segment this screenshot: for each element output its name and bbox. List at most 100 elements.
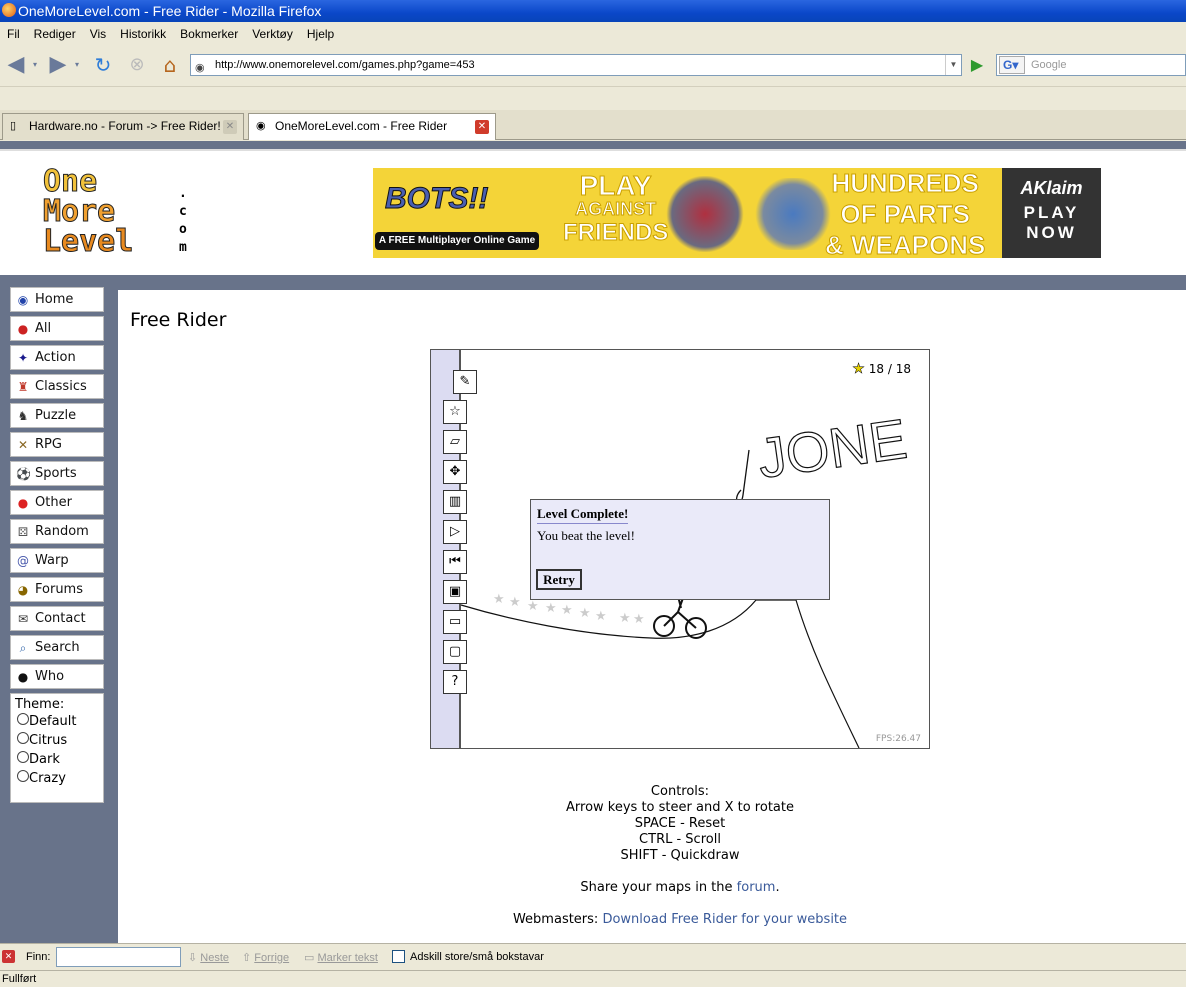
search-input[interactable]: G▾ Google <box>996 54 1186 76</box>
banner-hundreds-line: HUNDREDS <box>831 168 979 199</box>
envelope-icon: ✉ <box>17 612 29 626</box>
forward-history-dropdown-icon[interactable]: ▾ <box>72 52 82 78</box>
banner-cta-line: PLAY <box>1023 203 1080 222</box>
sidebar-item-who[interactable]: ● Who <box>10 664 104 689</box>
menu-historikk[interactable]: Historikk <box>113 22 173 46</box>
theme-option-citrus[interactable]: Citrus <box>15 731 103 750</box>
sidebar-nav: ◉ Home ● All ✦ Action ♜ Classics ♞ Puzzle ✕ RPG ⚽ Spo… <box>6 287 104 803</box>
window-title: OneMoreLevel.com - Free Rider - Mozilla … <box>18 3 322 19</box>
firefox-icon <box>2 3 16 17</box>
banner-brand-sub: A FREE Multiplayer Online Game <box>375 232 539 250</box>
banner-brand: BOTS!! <box>384 182 489 216</box>
share-suffix: . <box>775 880 780 895</box>
page-icon: ▯ <box>10 120 17 132</box>
find-previous-button[interactable]: ⇧ Forrige <box>242 951 289 964</box>
find-next-button[interactable]: ⇩ Neste <box>188 951 229 964</box>
theme-radio[interactable] <box>17 732 29 744</box>
banner-play-line: FRIENDS <box>562 219 669 247</box>
sidebar-item-label: Action <box>35 350 76 365</box>
sidebar-item-forums[interactable]: ◕ Forums <box>10 577 104 602</box>
tab-onemorelevel[interactable]: ◉ OneMoreLevel.com - Free Rider ✕ <box>248 113 496 140</box>
sidebar-item-rpg[interactable]: ✕ RPG <box>10 432 104 457</box>
controls-line: Arrow keys to steer and X to rotate <box>566 800 794 815</box>
theme-radio[interactable] <box>17 713 29 725</box>
theme-radio[interactable] <box>17 751 29 763</box>
site-identity-icon: ◉ <box>195 62 205 74</box>
sidebar-item-warp[interactable]: @ Warp <box>10 548 104 573</box>
sidebar-item-label: Contact <box>35 611 86 626</box>
find-previous-label: Forrige <box>254 952 290 964</box>
theme-option-default[interactable]: Default <box>15 712 103 731</box>
go-button[interactable]: ▶ <box>966 54 988 76</box>
sidebar-item-random[interactable]: ⚄ Random <box>10 519 104 544</box>
close-tab-icon[interactable]: ✕ <box>223 120 237 134</box>
magnifier-icon: ⌕ <box>19 641 27 655</box>
sidebar-item-search[interactable]: ⌕ Search <box>10 635 104 660</box>
sidebar-item-contact[interactable]: ✉ Contact <box>10 606 104 631</box>
action-icon: ✦ <box>17 351 29 365</box>
svg-text:★: ★ <box>509 595 521 610</box>
page-title: Free Rider <box>130 309 227 331</box>
match-case-label: Adskill store/små bokstavar <box>410 951 544 963</box>
game-canvas[interactable]: ✎ ☆ ▱ ✥ ▥ ▷ ⏮ ▣ ▭ ▢? ★ 18 / 18 JONE ★ ★ ★ ★ ★ ★ ★ ★ ★ Leve… <box>430 349 930 749</box>
sidebar-item-label: Who <box>35 669 65 684</box>
highlight-all-button[interactable]: ▭ Marker tekst <box>304 951 378 964</box>
theme-option-dark[interactable]: Dark <box>15 750 103 769</box>
site-logo[interactable]: One More Level .com <box>42 166 186 259</box>
controls-line: CTRL - Scroll <box>639 832 721 847</box>
robot-image <box>665 176 745 252</box>
logo-line: Level <box>42 224 134 259</box>
tab-label: OneMoreLevel.com - Free Rider <box>275 119 448 133</box>
ad-banner[interactable]: BOTS!! A FREE Multiplayer Online Game PL… <box>373 168 1101 258</box>
find-input[interactable] <box>56 947 181 967</box>
forward-button[interactable]: ▶ <box>44 52 72 78</box>
theme-radio[interactable] <box>17 770 29 782</box>
menu-hjelp[interactable]: Hjelp <box>300 22 341 46</box>
menu-rediger[interactable]: Rediger <box>27 22 83 46</box>
controls-line: SHIFT - Quickdraw <box>620 848 740 863</box>
address-dropdown-icon[interactable]: ▼ <box>945 55 961 75</box>
menu-bokmerker[interactable]: Bokmerker <box>173 22 245 46</box>
download-free-rider-link[interactable]: Download Free Rider for your website <box>602 912 847 927</box>
close-tab-icon[interactable]: ✕ <box>475 120 489 134</box>
sidebar-item-label: All <box>35 321 52 336</box>
sidebar-item-other[interactable]: ● Other <box>10 490 104 515</box>
svg-text:★: ★ <box>633 612 645 627</box>
main-panel: Free Rider ✎ ☆ ▱ ✥ ▥ ▷ ⏮ ▣ ▭ ▢? ★ 18 / 18 JONE ★ ★ ★… <box>118 290 1186 943</box>
back-history-dropdown-icon[interactable]: ▾ <box>30 52 40 78</box>
match-case-checkbox[interactable] <box>392 950 405 963</box>
reload-button[interactable]: ↻ <box>90 52 116 78</box>
sidebar-item-puzzle[interactable]: ♞ Puzzle <box>10 403 104 428</box>
sidebar-item-classics[interactable]: ♜ Classics <box>10 374 104 399</box>
sidebar-item-label: Classics <box>35 379 87 394</box>
search-engine-icon[interactable]: G▾ <box>999 56 1025 74</box>
sidebar-item-all[interactable]: ● All <box>10 316 104 341</box>
menu-bar: Fil Rediger Vis Historikk Bokmerker Verktøy Hj… <box>0 22 1186 46</box>
sidebar-item-label: Other <box>35 495 72 510</box>
forum-link[interactable]: forum <box>737 880 776 895</box>
sidebar-item-label: Forums <box>35 582 83 597</box>
tab-bar: ▯ Hardware.no - Forum -> Free Rider! -..… <box>0 110 1186 140</box>
theme-option-crazy[interactable]: Crazy <box>15 769 103 788</box>
menu-fil[interactable]: Fil <box>0 22 27 46</box>
back-button[interactable]: ◀ <box>2 52 30 78</box>
home-button[interactable]: ⌂ <box>156 52 184 78</box>
sidebar-item-label: Puzzle <box>35 408 77 423</box>
close-findbar-icon[interactable]: ✕ <box>2 950 15 963</box>
sidebar-item-action[interactable]: ✦ Action <box>10 345 104 370</box>
menu-verktoy[interactable]: Verktøy <box>245 22 300 46</box>
menu-vis[interactable]: Vis <box>83 22 113 46</box>
dialog-message: You beat the level! <box>537 528 635 543</box>
svg-text:★: ★ <box>527 599 539 614</box>
retry-button[interactable]: Retry <box>536 569 582 590</box>
stop-button[interactable]: ⊗ <box>124 52 150 78</box>
highlight-label: Marker tekst <box>317 952 378 964</box>
tab-hardware-forum[interactable]: ▯ Hardware.no - Forum -> Free Rider! -..… <box>2 113 244 140</box>
address-bar[interactable]: ◉ http://www.onemorelevel.com/games.php?… <box>190 54 962 76</box>
find-next-label: Neste <box>200 952 230 964</box>
person-icon: ● <box>17 670 29 684</box>
sidebar-item-label: Search <box>35 640 80 655</box>
sidebar-item-sports[interactable]: ⚽ Sports <box>10 461 104 486</box>
banner-cta[interactable]: AKlaim PLAY NOW <box>1002 168 1101 258</box>
sidebar-item-home[interactable]: ◉ Home <box>10 287 104 312</box>
